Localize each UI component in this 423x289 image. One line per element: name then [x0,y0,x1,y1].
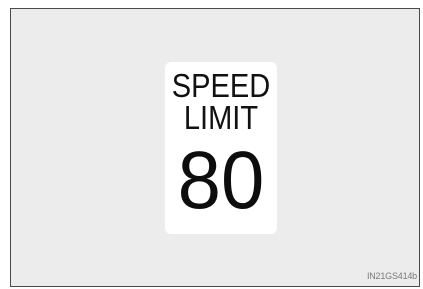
illustration-frame: SPEED LIMIT 80 IN21GS414b [10,8,420,287]
speed-limit-sign: SPEED LIMIT 80 [165,62,277,234]
figure-code-label: IN21GS414b [366,271,417,281]
sign-limit-text: LIMIT [183,99,259,136]
sign-speed-value: 80 [177,135,265,226]
